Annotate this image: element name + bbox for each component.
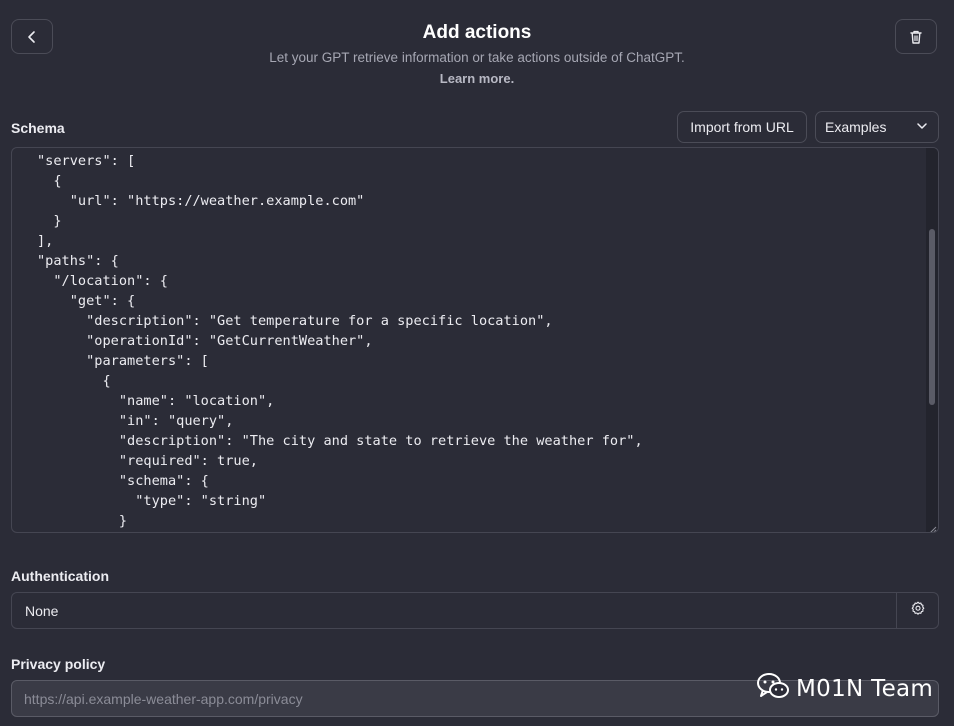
- privacy-policy-label: Privacy policy: [11, 656, 106, 672]
- authentication-value: None: [25, 602, 59, 619]
- authentication-settings-button[interactable]: [896, 593, 938, 628]
- schema-code[interactable]: "servers": [ { "url": "https://weather.e…: [37, 151, 643, 531]
- chevron-down-icon: [916, 119, 928, 135]
- schema-label: Schema: [11, 120, 65, 136]
- gear-icon: [911, 601, 925, 620]
- page-title: Add actions: [422, 22, 532, 43]
- examples-select-value: Examples: [825, 119, 887, 135]
- trash-icon: [908, 29, 924, 45]
- privacy-policy-input[interactable]: [11, 680, 939, 717]
- delete-button[interactable]: [895, 19, 937, 54]
- schema-scrollbar-track[interactable]: [926, 148, 938, 532]
- authentication-label: Authentication: [11, 568, 109, 584]
- schema-editor[interactable]: "servers": [ { "url": "https://weather.e…: [11, 147, 939, 533]
- resize-handle-icon[interactable]: [927, 521, 937, 532]
- examples-select[interactable]: Examples: [815, 111, 939, 143]
- import-from-url-button[interactable]: Import from URL: [677, 111, 807, 143]
- page-subtitle: Let your GPT retrieve information or tak…: [269, 50, 685, 65]
- learn-more-link[interactable]: Learn more.: [0, 71, 954, 86]
- schema-scrollbar-thumb[interactable]: [929, 229, 935, 405]
- authentication-field[interactable]: None: [11, 592, 939, 629]
